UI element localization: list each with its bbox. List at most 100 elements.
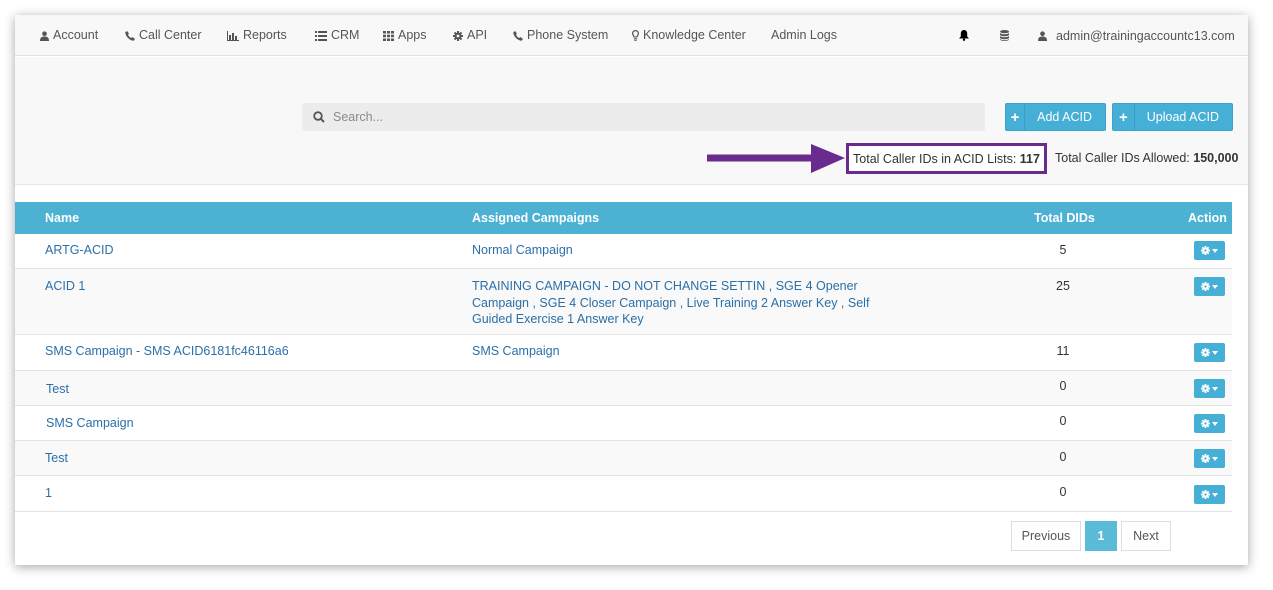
pagination: Previous 1 Next (1011, 521, 1171, 551)
column-header-campaigns[interactable]: Assigned Campaigns (472, 202, 599, 234)
caller-ids-in-lists: Total Caller IDs in ACID Lists: 117 (846, 143, 1047, 174)
nav-apps[interactable]: Apps (383, 15, 427, 56)
nav-apps-label: Apps (398, 28, 427, 42)
nav-phone-system[interactable]: Phone System (513, 15, 608, 56)
highlight-arrow-icon (707, 144, 845, 173)
campaign-link[interactable]: Normal Campaign (472, 242, 892, 259)
total-dids: 0 (1059, 379, 1067, 393)
total-dids: 0 (1059, 414, 1067, 428)
user-menu[interactable]: admin@trainingaccountc13.com (1038, 15, 1235, 56)
campaign-link[interactable]: TRAINING CAMPAIGN - DO NOT CHANGE SETTIN… (472, 278, 892, 328)
add-acid-label: Add ACID (1037, 110, 1092, 124)
total-dids: 0 (1059, 450, 1067, 464)
nav-phone-system-label: Phone System (527, 28, 609, 42)
top-navbar: Account Call Center Reports CRM Apps API… (15, 15, 1248, 56)
gear-icon (1201, 454, 1210, 463)
caret-down-icon (1212, 248, 1218, 253)
app-window: Account Call Center Reports CRM Apps API… (15, 15, 1248, 565)
total-dids: 11 (1056, 344, 1070, 358)
gear-icon (453, 30, 463, 41)
acid-name-link[interactable]: SMS Campaign - SMS ACID6181fc46116a6 (45, 343, 289, 360)
caret-down-icon (1212, 284, 1218, 289)
phone-icon (513, 30, 523, 41)
notifications-button[interactable] (959, 15, 969, 56)
database-button[interactable] (1000, 15, 1009, 56)
row-action-button[interactable] (1194, 449, 1225, 468)
upload-acid-button[interactable]: + Upload ACID (1112, 103, 1233, 131)
total-dids: 0 (1059, 485, 1067, 499)
acid-name-link[interactable]: SMS Campaign (46, 415, 134, 432)
gear-icon (1201, 348, 1210, 357)
nav-reports[interactable]: Reports (227, 15, 287, 56)
add-acid-button[interactable]: + Add ACID (1005, 103, 1106, 131)
nav-reports-label: Reports (243, 28, 287, 42)
upload-acid-label: Upload ACID (1146, 110, 1219, 124)
column-header-action: Action (1188, 211, 1227, 225)
caller-ids-allowed-value: 150,000 (1193, 151, 1239, 165)
gear-icon (1201, 282, 1210, 291)
row-action-button[interactable] (1194, 277, 1225, 296)
nav-api[interactable]: API (453, 15, 487, 56)
bar-chart-icon (227, 30, 239, 41)
nav-knowledge-center-label: Knowledge Center (643, 28, 746, 42)
table-row: ARTG-ACID Normal Campaign 5 (15, 234, 1232, 269)
column-header-dids[interactable]: Total DIDs (1034, 202, 1095, 234)
caret-down-icon (1212, 492, 1218, 497)
column-header-name[interactable]: Name (45, 202, 79, 234)
nav-call-center[interactable]: Call Center (125, 15, 202, 56)
nav-admin-logs[interactable]: Admin Logs (771, 15, 837, 56)
nav-api-label: API (467, 28, 488, 42)
table-row: 1 0 (15, 476, 1232, 512)
total-dids: 25 (1056, 279, 1070, 293)
table-header: Name Assigned Campaigns Total DIDs Actio… (15, 202, 1232, 234)
acid-name-link[interactable]: ARTG-ACID (45, 242, 114, 259)
table-row: Test 0 (15, 371, 1232, 406)
next-page-button[interactable]: Next (1121, 521, 1171, 551)
caret-down-icon (1212, 421, 1218, 426)
plus-icon: + (1006, 104, 1026, 130)
bell-icon (959, 30, 969, 41)
page-1-button[interactable]: 1 (1085, 521, 1117, 551)
previous-page-button[interactable]: Previous (1011, 521, 1081, 551)
table-row: SMS Campaign 0 (15, 406, 1232, 441)
gear-icon (1201, 419, 1210, 428)
search-box[interactable] (302, 103, 985, 131)
caret-down-icon (1212, 350, 1218, 355)
row-action-button[interactable] (1194, 343, 1225, 362)
lightbulb-icon (632, 30, 639, 41)
row-action-button[interactable] (1194, 379, 1225, 398)
total-dids: 5 (1059, 243, 1067, 257)
acid-name-link[interactable]: Test (46, 381, 69, 398)
caller-ids-in-lists-value: 117 (1019, 151, 1040, 166)
search-icon (313, 111, 325, 123)
row-action-button[interactable] (1194, 485, 1225, 504)
caller-ids-allowed-label: Total Caller IDs Allowed: (1055, 151, 1190, 165)
list-icon (315, 30, 327, 41)
user-icon (1038, 30, 1047, 41)
nav-call-center-label: Call Center (139, 28, 202, 42)
gear-icon (1201, 246, 1210, 255)
search-input[interactable] (333, 104, 973, 130)
acid-name-link[interactable]: 1 (45, 485, 52, 502)
nav-crm-label: CRM (331, 28, 360, 42)
nav-admin-logs-label: Admin Logs (771, 28, 838, 42)
nav-account-label: Account (53, 28, 99, 42)
gear-icon (1201, 490, 1210, 499)
row-action-button[interactable] (1194, 414, 1225, 433)
caret-down-icon (1212, 456, 1218, 461)
row-action-button[interactable] (1194, 241, 1225, 260)
nav-account[interactable]: Account (40, 15, 98, 56)
table-row: ACID 1 TRAINING CAMPAIGN - DO NOT CHANGE… (15, 269, 1232, 335)
plus-icon: + (1113, 104, 1135, 130)
nav-crm[interactable]: CRM (315, 15, 359, 56)
acid-name-link[interactable]: ACID 1 (45, 278, 85, 295)
table-row: Test 0 (15, 441, 1232, 476)
campaign-link[interactable]: SMS Campaign (472, 343, 892, 360)
acid-name-link[interactable]: Test (45, 450, 68, 467)
nav-knowledge-center[interactable]: Knowledge Center (632, 15, 746, 56)
caller-ids-allowed: Total Caller IDs Allowed: 150,000 (1055, 151, 1238, 165)
user-icon (40, 30, 49, 41)
user-email: admin@trainingaccountc13.com (1056, 28, 1235, 43)
caret-down-icon (1212, 386, 1218, 391)
phone-icon (125, 30, 135, 41)
